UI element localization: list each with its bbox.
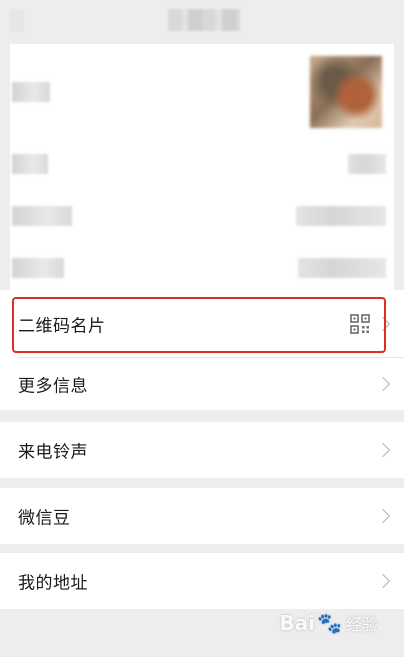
- wechat-bean-row[interactable]: 微信豆: [0, 488, 404, 544]
- info-label-blurred: [12, 258, 64, 278]
- watermark-sub: 经验: [345, 615, 378, 634]
- more-info-label: 更多信息: [18, 376, 88, 397]
- chevron-right-icon: [375, 573, 391, 589]
- baidu-watermark: Bai 🐾 经验: [279, 611, 378, 635]
- chevron-right-icon: [375, 442, 391, 458]
- info-value-blurred: [348, 154, 386, 174]
- info-row-1[interactable]: [10, 140, 394, 200]
- page-title-blurred: [168, 9, 240, 31]
- info-row-2[interactable]: [10, 192, 394, 252]
- info-value-blurred: [296, 206, 386, 226]
- qr-code-card-label: 二维码名片: [18, 316, 106, 337]
- my-address-label: 我的地址: [18, 573, 88, 594]
- qr-code-icon: [350, 314, 370, 334]
- header-bar: [0, 0, 404, 44]
- profile-panel-blurred: [10, 44, 394, 290]
- watermark-brand: Bai: [279, 611, 316, 635]
- info-label-blurred: [12, 154, 48, 174]
- avatar[interactable]: [310, 56, 382, 128]
- chevron-right-icon: [375, 316, 391, 332]
- back-button[interactable]: [10, 10, 24, 32]
- chevron-right-icon: [375, 508, 391, 524]
- more-info-row[interactable]: 更多信息: [0, 358, 404, 410]
- info-label-blurred: [12, 206, 72, 226]
- ringtone-row[interactable]: 来电铃声: [0, 422, 404, 478]
- avatar-row[interactable]: [10, 44, 394, 140]
- chevron-right-icon: [375, 376, 391, 392]
- paw-icon: 🐾: [317, 611, 342, 635]
- settings-page: 二维码名片 更多信息 来电铃声 微信豆 我的地址 Bai 🐾 经验: [0, 0, 404, 657]
- avatar-label-blurred: [12, 82, 50, 102]
- info-value-blurred: [298, 258, 386, 278]
- ringtone-label: 来电铃声: [18, 442, 88, 463]
- my-address-row[interactable]: 我的地址: [0, 553, 404, 609]
- wechat-bean-label: 微信豆: [18, 508, 71, 529]
- qr-code-card-row[interactable]: 二维码名片: [0, 290, 404, 358]
- info-row-3[interactable]: [10, 244, 394, 290]
